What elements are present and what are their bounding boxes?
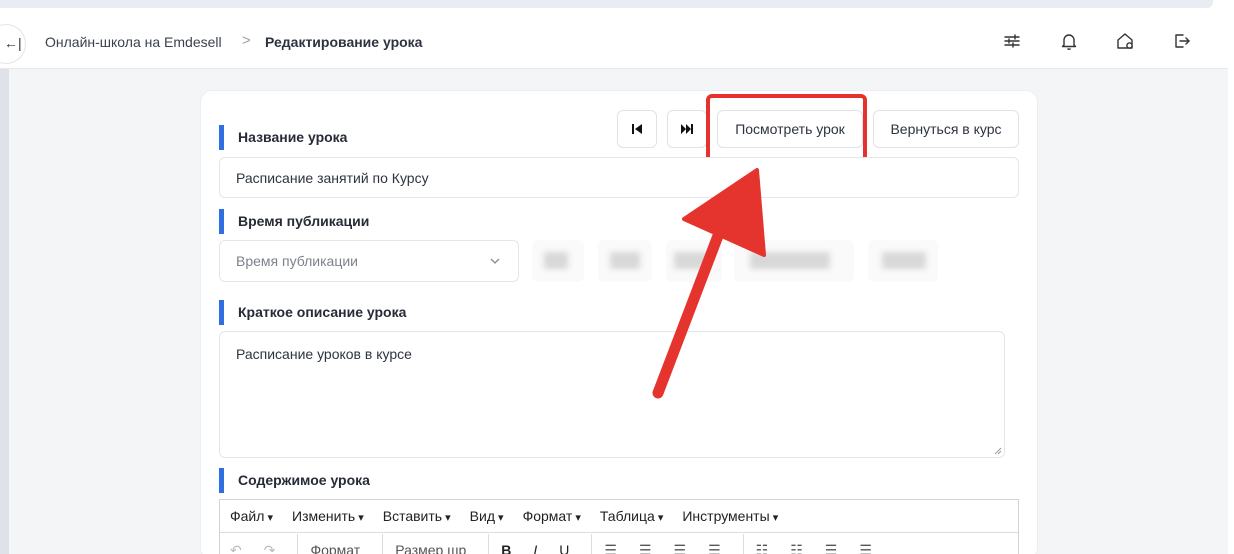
blurred-field: [532, 240, 584, 282]
description-label: Краткое описание урока: [219, 300, 406, 325]
prev-lesson-button[interactable]: [617, 110, 657, 148]
align-right-icon[interactable]: ☰: [674, 534, 687, 554]
fast-forward-icon: [681, 124, 693, 134]
editor-menubar: Файл Изменить Вставить Вид Формат Таблиц…: [220, 500, 1018, 533]
rich-text-editor: Файл Изменить Вставить Вид Формат Таблиц…: [219, 499, 1019, 554]
align-justify-icon[interactable]: ☰: [708, 534, 721, 554]
redo-icon[interactable]: ↷: [264, 534, 276, 554]
collapse-arrow-icon: ←|: [4, 35, 22, 51]
sliders-icon[interactable]: [1001, 30, 1023, 52]
content-label: Содержимое урока: [219, 468, 370, 493]
format-select[interactable]: Формат: [310, 534, 360, 554]
sidebar-collapse-button[interactable]: ←|: [0, 24, 26, 64]
bullet-list-icon[interactable]: ☷: [756, 534, 769, 554]
menu-tools[interactable]: Инструменты: [682, 508, 778, 524]
outdent-icon[interactable]: ☰: [825, 534, 838, 554]
skip-previous-icon: [632, 124, 642, 134]
lesson-title-input[interactable]: Расписание занятий по Курсу: [219, 157, 1019, 198]
page-header: ←| Онлайн-школа на Emdesell > Редактиров…: [0, 16, 1228, 69]
back-to-course-button[interactable]: Вернуться в курс: [873, 110, 1019, 148]
toolbar-divider: [742, 534, 744, 554]
lesson-title-label: Название урока: [219, 125, 347, 150]
breadcrumb-separator-icon: >: [242, 32, 251, 49]
menu-view[interactable]: Вид: [470, 508, 504, 524]
scroll-gutter: [1228, 16, 1234, 554]
menu-format[interactable]: Формат: [523, 508, 581, 524]
menu-edit[interactable]: Изменить: [292, 508, 364, 524]
publish-time-label: Время публикации: [219, 209, 369, 234]
highlight-frame: [706, 94, 867, 162]
toolbar-divider: [488, 534, 490, 554]
toolbar-divider: [591, 534, 593, 554]
description-textarea[interactable]: Расписание уроков в курсе: [219, 331, 1005, 458]
blurred-field: [868, 240, 938, 282]
menu-file[interactable]: Файл: [230, 508, 273, 524]
chevron-down-icon: [490, 258, 500, 264]
description-text: Расписание уроков в курсе: [236, 346, 412, 362]
bold-button[interactable]: B: [501, 534, 511, 554]
top-bar: [0, 0, 1213, 8]
toolbar-divider: [382, 534, 384, 554]
menu-insert[interactable]: Вставить: [383, 508, 451, 524]
align-center-icon[interactable]: ☰: [639, 534, 652, 554]
menu-table[interactable]: Таблица: [600, 508, 663, 524]
breadcrumb-current: Редактирование урока: [265, 34, 423, 50]
browser-top-strip: [0, 0, 1234, 16]
toolbar-divider: [297, 534, 299, 554]
logout-icon[interactable]: [1171, 30, 1193, 52]
annotation-arrow: [652, 168, 766, 399]
publish-time-select[interactable]: Время публикации: [219, 240, 519, 282]
editor-toolbar: ↶ ↷ Формат Размер шр B I U ☰ ☰ ☰ ☰ ☷ ☷ ☰…: [220, 534, 1018, 554]
home-settings-icon[interactable]: [1114, 30, 1136, 52]
font-size-select[interactable]: Размер шр: [395, 534, 466, 554]
next-lesson-button[interactable]: [667, 110, 707, 148]
underline-button[interactable]: U: [559, 534, 569, 554]
undo-icon[interactable]: ↶: [230, 534, 242, 554]
indent-icon[interactable]: ☰: [859, 534, 872, 554]
publish-time-placeholder: Время публикации: [236, 253, 359, 269]
resize-grip-icon[interactable]: [994, 447, 1002, 455]
sidebar-rail: [0, 16, 9, 554]
numbered-list-icon[interactable]: ☷: [790, 534, 803, 554]
breadcrumb-root-link[interactable]: Онлайн-школа на Emdesell: [45, 34, 222, 50]
bell-icon[interactable]: [1058, 30, 1080, 52]
italic-button[interactable]: I: [533, 534, 537, 554]
align-left-icon[interactable]: ☰: [604, 534, 617, 554]
